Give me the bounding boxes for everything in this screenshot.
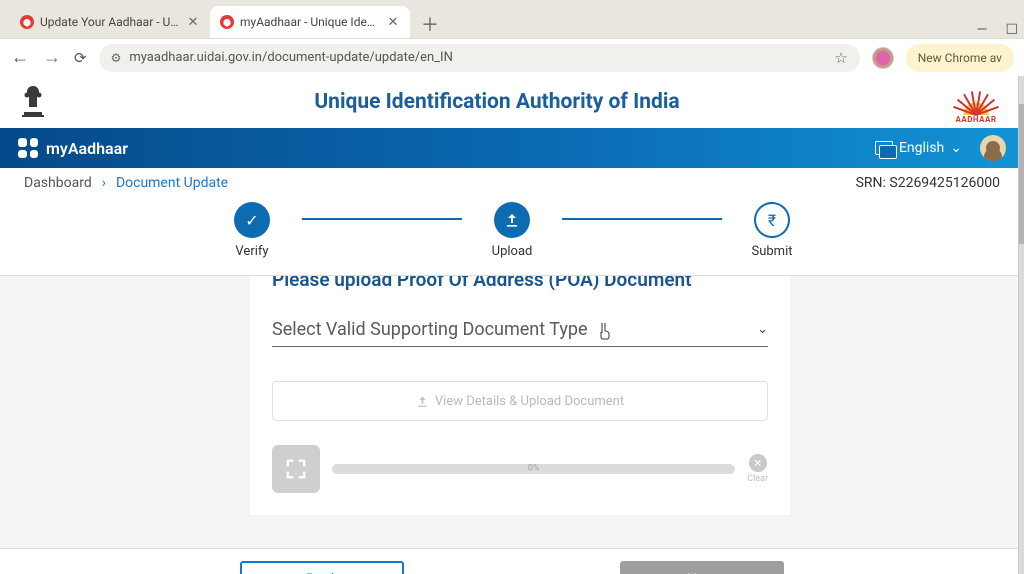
new-tab-button[interactable]: ＋	[416, 10, 444, 38]
close-icon[interactable]: ✕	[386, 15, 400, 29]
address-bar-row: ← → ⟳ ⚙ myaadhaar.uidai.gov.in/document-…	[0, 38, 1024, 76]
aadhaar-logo-text: AADHAAR	[955, 115, 996, 124]
breadcrumb-item[interactable]: Document Update	[116, 175, 228, 191]
browser-tab[interactable]: Update Your Aadhaar - Unique ✕	[10, 6, 210, 38]
window-controls: — ☐	[977, 22, 1024, 38]
close-circle-icon: ✕	[749, 454, 767, 472]
upload-button-label: View Details & Upload Document	[435, 394, 624, 409]
aadhaar-logo: AADHAAR	[946, 80, 1006, 124]
chrome-update-pill[interactable]: New Chrome av	[906, 44, 1014, 72]
org-title: Unique Identification Authority of India	[48, 90, 946, 114]
srn-display: SRN: S2269425126000	[856, 175, 1000, 191]
close-icon[interactable]: ✕	[186, 15, 200, 29]
app-bar: myAadhaar English ⌄	[0, 128, 1024, 168]
back-button[interactable]: Back	[240, 561, 404, 574]
poa-heading: Please upload Proof Of Address (POA) Doc…	[272, 276, 768, 319]
minimize-icon[interactable]: —	[977, 22, 988, 38]
chrome-profile-avatar[interactable]	[872, 47, 894, 69]
scrollbar[interactable]	[1018, 76, 1024, 574]
next-button[interactable]: Next	[620, 561, 784, 574]
step-submit: ₹ Submit	[722, 202, 822, 259]
footer-actions: Back Next	[0, 548, 1024, 574]
breadcrumb: Dashboard › Document Update SRN: S226942…	[0, 168, 1024, 198]
progress-bar	[332, 464, 735, 474]
clear-upload-button[interactable]: ✕ Clear	[747, 454, 768, 484]
document-type-select[interactable]: Select Valid Supporting Document Type ⌄	[272, 319, 768, 347]
forward-icon: →	[42, 47, 62, 68]
language-icon	[875, 141, 893, 155]
site-settings-icon[interactable]: ⚙	[111, 51, 122, 65]
upload-progress-row: ✕ Clear	[272, 445, 768, 493]
scrollbar-thumb[interactable]	[1019, 104, 1024, 244]
reload-icon[interactable]: ⟳	[74, 49, 87, 67]
url-text: myaadhaar.uidai.gov.in/document-update/u…	[129, 50, 453, 65]
select-placeholder: Select Valid Supporting Document Type	[272, 319, 588, 340]
step-connector	[562, 218, 722, 220]
step-upload: Upload	[462, 202, 562, 259]
mouse-cursor-icon	[598, 322, 612, 344]
expand-preview-button[interactable]	[272, 445, 320, 493]
browser-chrome: Update Your Aadhaar - Unique ✕ myAadhaar…	[0, 0, 1024, 76]
chevron-down-icon: ⌄	[757, 322, 768, 337]
tab-title: myAadhaar - Unique Identificat	[240, 15, 380, 29]
rupee-icon: ₹	[754, 202, 790, 238]
content-area: Please upload Proof Of Address (POA) Doc…	[0, 276, 1024, 548]
chevron-down-icon: ⌄	[950, 140, 962, 156]
tab-strip: Update Your Aadhaar - Unique ✕ myAadhaar…	[0, 0, 1024, 38]
check-icon: ✓	[234, 202, 270, 238]
tab-favicon-icon	[20, 15, 34, 29]
chevron-right-icon: ›	[102, 175, 106, 191]
app-grid-icon[interactable]	[18, 138, 38, 158]
tab-title: Update Your Aadhaar - Unique	[40, 15, 180, 29]
browser-tab[interactable]: myAadhaar - Unique Identificat ✕	[210, 6, 410, 38]
india-emblem-icon	[18, 82, 48, 122]
tab-favicon-icon	[220, 15, 234, 29]
breadcrumb-item[interactable]: Dashboard	[24, 175, 92, 191]
address-bar[interactable]: ⚙ myaadhaar.uidai.gov.in/document-update…	[99, 44, 860, 72]
poa-card: Please upload Proof Of Address (POA) Doc…	[250, 276, 790, 515]
back-icon[interactable]: ←	[10, 47, 30, 68]
upload-icon	[494, 202, 530, 238]
app-name[interactable]: myAadhaar	[46, 139, 128, 158]
upload-document-button[interactable]: View Details & Upload Document	[272, 381, 768, 421]
user-avatar[interactable]	[980, 135, 1006, 161]
bookmark-star-icon[interactable]: ☆	[834, 49, 847, 67]
uidai-header: Unique Identification Authority of India…	[0, 76, 1024, 128]
maximize-icon[interactable]: ☐	[1005, 22, 1018, 38]
step-connector	[302, 218, 462, 220]
stepper: ✓ Verify Upload ₹ Submit	[0, 198, 1024, 276]
language-label: English	[899, 140, 944, 156]
step-verify: ✓ Verify	[202, 202, 302, 259]
language-selector[interactable]: English ⌄	[875, 140, 962, 156]
